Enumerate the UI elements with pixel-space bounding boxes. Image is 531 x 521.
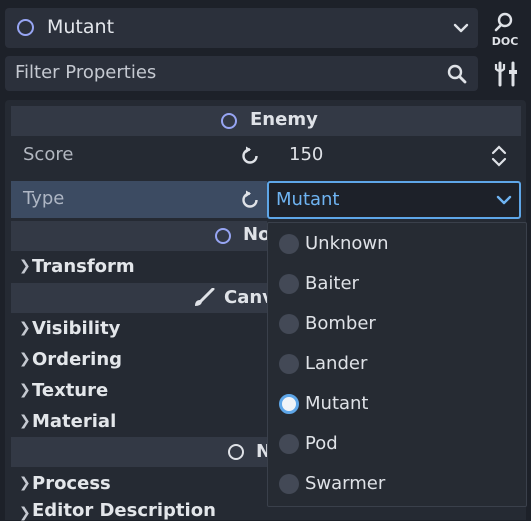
chevron-down-icon xyxy=(495,192,513,208)
group-transform[interactable]: Transform xyxy=(32,256,135,277)
option-label: Swarmer xyxy=(305,473,386,494)
option-bomber[interactable]: Bomber xyxy=(268,304,526,344)
chevron-right-icon: ❯ xyxy=(19,258,31,274)
option-pod[interactable]: Pod xyxy=(268,424,526,464)
chevron-right-icon: ❯ xyxy=(19,475,31,491)
inspector-tools-button[interactable] xyxy=(494,60,520,88)
radio-icon xyxy=(279,234,299,254)
filter-properties-input[interactable]: Filter Properties xyxy=(5,56,478,91)
revert-type-button[interactable] xyxy=(239,189,261,211)
object-selector[interactable]: Mutant xyxy=(5,8,478,48)
type-label: Type xyxy=(23,188,65,209)
type-dropdown-popup: Unknown Baiter Bomber Lander Mutant Pod … xyxy=(267,222,527,507)
group-texture[interactable]: Texture xyxy=(32,380,108,401)
chevron-down-icon xyxy=(452,20,470,36)
group-ordering[interactable]: Ordering xyxy=(32,349,122,370)
option-label: Bomber xyxy=(305,313,376,334)
group-editor-description[interactable]: Editor Description xyxy=(32,500,216,521)
node-icon xyxy=(228,444,244,460)
group-visibility[interactable]: Visibility xyxy=(32,318,120,339)
node-icon xyxy=(221,113,237,129)
option-unknown[interactable]: Unknown xyxy=(268,224,526,264)
node-icon xyxy=(17,19,34,36)
section-header-node-3[interactable]: N xyxy=(11,437,271,467)
object-name: Mutant xyxy=(47,16,115,38)
option-lander[interactable]: Lander xyxy=(268,344,526,384)
option-label: Unknown xyxy=(305,233,389,254)
type-dropdown[interactable]: Mutant xyxy=(267,181,521,219)
svg-text:DOC: DOC xyxy=(492,35,519,48)
radio-icon xyxy=(279,274,299,294)
type-property-row[interactable]: Type xyxy=(11,181,267,218)
radio-icon xyxy=(279,474,299,494)
group-process[interactable]: Process xyxy=(32,473,111,494)
chevron-right-icon: ❯ xyxy=(19,351,31,367)
score-label: Score xyxy=(23,144,74,165)
doc-search-icon: DOC xyxy=(492,12,519,48)
option-label: Baiter xyxy=(305,273,359,294)
option-label: Lander xyxy=(305,353,368,374)
section-header-enemy[interactable]: Enemy xyxy=(11,106,521,136)
chevron-right-icon: ❯ xyxy=(19,505,31,521)
tools-icon xyxy=(494,61,517,87)
group-material[interactable]: Material xyxy=(32,411,116,432)
node-icon xyxy=(215,228,231,244)
spin-arrows-icon[interactable] xyxy=(490,144,508,168)
section-title: Enemy xyxy=(250,109,318,130)
option-swarmer[interactable]: Swarmer xyxy=(268,464,526,504)
type-value: Mutant xyxy=(276,189,340,210)
score-value: 150 xyxy=(289,144,324,165)
brush-icon xyxy=(193,288,215,308)
open-docs-button[interactable]: DOC xyxy=(488,10,524,48)
option-mutant[interactable]: Mutant xyxy=(268,384,526,424)
section-header-node[interactable]: No xyxy=(11,221,270,251)
search-icon xyxy=(446,63,468,85)
chevron-right-icon: ❯ xyxy=(19,413,31,429)
reload-icon xyxy=(242,190,258,208)
chevron-right-icon: ❯ xyxy=(19,382,31,398)
radio-icon xyxy=(279,354,299,374)
option-baiter[interactable]: Baiter xyxy=(268,264,526,304)
section-header-canvas-item[interactable]: Canv xyxy=(11,283,274,313)
reload-icon xyxy=(242,146,258,164)
option-label: Pod xyxy=(305,433,338,454)
radio-icon xyxy=(279,434,299,454)
chevron-right-icon: ❯ xyxy=(19,320,31,336)
score-spinbox[interactable]: 150 xyxy=(267,138,521,174)
radio-selected-icon xyxy=(279,394,299,414)
revert-score-button[interactable] xyxy=(239,145,261,167)
radio-icon xyxy=(279,314,299,334)
filter-placeholder: Filter Properties xyxy=(15,62,157,83)
option-label: Mutant xyxy=(305,393,369,414)
